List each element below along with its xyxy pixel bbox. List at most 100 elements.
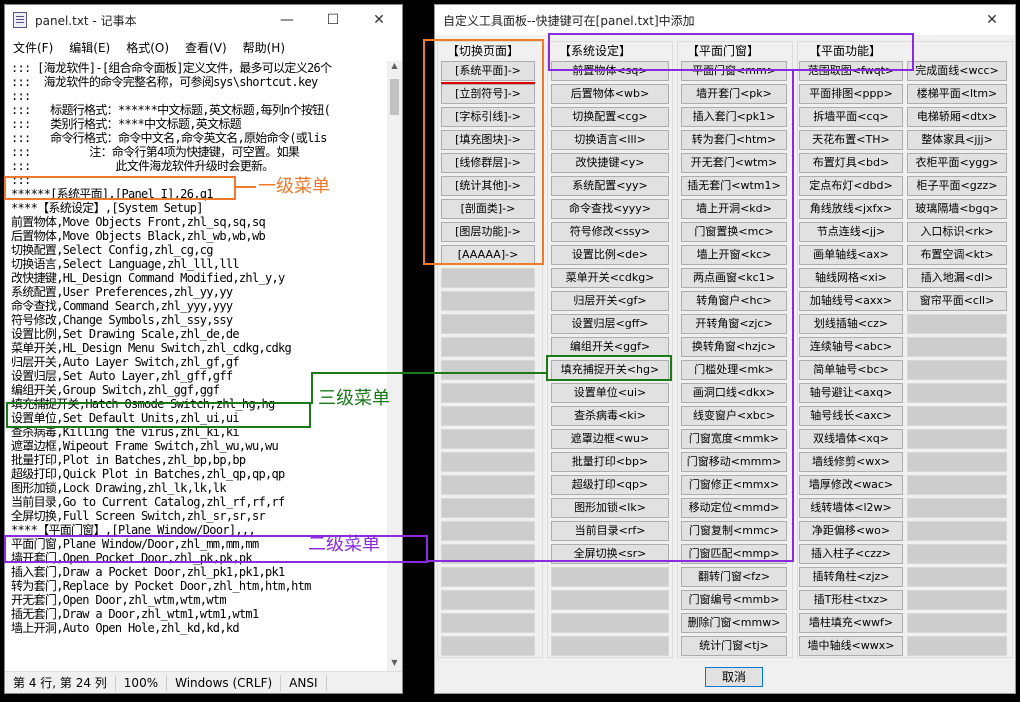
panel-button[interactable]: 菜单开关<cdkg> <box>551 268 669 288</box>
panel-button[interactable]: 墙开套门<pk> <box>681 84 787 104</box>
panel-button[interactable]: 拆墙平面<cq> <box>799 107 903 127</box>
panel-button[interactable]: 墙中轴线<wwx> <box>799 636 903 656</box>
panel-button[interactable]: 轴线网格<xi> <box>799 268 903 288</box>
panel-button[interactable]: 统计门窗<tj> <box>681 636 787 656</box>
panel-button[interactable]: 门窗修正<mmx> <box>681 475 787 495</box>
panel-button[interactable]: 入口标识<rk> <box>907 222 1007 242</box>
minimize-button[interactable]: — <box>264 5 310 35</box>
panel-button[interactable]: 玻璃隔墙<bgq> <box>907 199 1007 219</box>
panel-button[interactable]: 删除门窗<mmw> <box>681 613 787 633</box>
panel-button[interactable]: 画单轴线<ax> <box>799 245 903 265</box>
panel-button[interactable]: 插T形柱<txz> <box>799 590 903 610</box>
panel-button[interactable]: 设置单位<ui> <box>551 383 669 403</box>
panel-button[interactable]: 线转墙体<l2w> <box>799 498 903 518</box>
panel-button[interactable]: 插无套门<wtm1> <box>681 176 787 196</box>
panel-button[interactable]: 符号修改<ssy> <box>551 222 669 242</box>
menu-help[interactable]: 帮助(H) <box>235 37 293 59</box>
panel-button[interactable]: 开转角窗<zjc> <box>681 314 787 334</box>
empty-slot <box>551 590 669 610</box>
panel-button[interactable]: 简单轴号<bc> <box>799 360 903 380</box>
panel-button[interactable]: 定点布灯<dbd> <box>799 176 903 196</box>
panel-button[interactable]: 墙线修剪<wx> <box>799 452 903 472</box>
panel-button[interactable]: 柜子平面<gzz> <box>907 176 1007 196</box>
panel-button[interactable]: 角线放线<jxfx> <box>799 199 903 219</box>
panel-button[interactable]: 开无套门<wtm> <box>681 153 787 173</box>
panel-button[interactable]: 遮罩边框<wu> <box>551 429 669 449</box>
panel-button[interactable]: 转角窗户<hc> <box>681 291 787 311</box>
panel-button[interactable]: 整体家具<jjj> <box>907 130 1007 150</box>
panel-button[interactable]: 查杀病毒<ki> <box>551 406 669 426</box>
panel-button[interactable]: 超级打印<qp> <box>551 475 669 495</box>
menu-view[interactable]: 查看(V) <box>177 37 235 59</box>
panel-button[interactable]: 墙厚修改<wac> <box>799 475 903 495</box>
panel-button[interactable]: 设置归层<gff> <box>551 314 669 334</box>
menu-format[interactable]: 格式(O) <box>118 37 177 59</box>
scroll-down-icon[interactable]: ▼ <box>387 658 402 672</box>
panel-button[interactable]: 墙上开窗<kc> <box>681 245 787 265</box>
panel-button[interactable]: 当前目录<rf> <box>551 521 669 541</box>
panel-button[interactable]: 平面排图<ppp> <box>799 84 903 104</box>
panel-button[interactable]: 插入柱子<czz> <box>799 544 903 564</box>
panel-button[interactable]: 布置灯具<bd> <box>799 153 903 173</box>
notepad-titlebar[interactable]: panel.txt - 记事本 — ☐ ✕ <box>5 5 402 35</box>
panel-button[interactable]: 改快捷键<y> <box>551 153 669 173</box>
panel-button[interactable]: 楼梯平面<ltm> <box>907 84 1007 104</box>
dialog-close-button[interactable]: ✕ <box>969 5 1015 35</box>
panel-button[interactable]: 插入地漏<dl> <box>907 268 1007 288</box>
dialog-titlebar[interactable]: 自定义工具面板--快捷键可在[panel.txt]中添加 ✕ <box>435 5 1015 35</box>
panel-button[interactable]: 画洞口线<dkx> <box>681 383 787 403</box>
panel-button[interactable]: 两点画窗<kc1> <box>681 268 787 288</box>
panel-button[interactable]: 节点连线<jj> <box>799 222 903 242</box>
panel-button[interactable]: 命令查找<yyy> <box>551 199 669 219</box>
panel-button[interactable]: 连续轴号<abc> <box>799 337 903 357</box>
panel-button[interactable]: 轴号线长<axc> <box>799 406 903 426</box>
panel-button[interactable]: 完成面线<wcc> <box>907 61 1007 81</box>
panel-button[interactable]: 后置物体<wb> <box>551 84 669 104</box>
panel-button[interactable]: 门槛处理<mk> <box>681 360 787 380</box>
panel-button[interactable]: 墙上开洞<kd> <box>681 199 787 219</box>
panel-button[interactable]: 插转角柱<zjz> <box>799 567 903 587</box>
panel-button[interactable]: 门窗移动<mmm> <box>681 452 787 472</box>
panel-button[interactable]: 净距偏移<wo> <box>799 521 903 541</box>
panel-button[interactable]: 翻转门窗<fz> <box>681 567 787 587</box>
menu-file[interactable]: 文件(F) <box>5 37 61 59</box>
panel-button[interactable]: 门窗宽度<mmk> <box>681 429 787 449</box>
text-editor[interactable]: ::: [海龙软件]-[组合命令面板]定义文件，最多可以定义26个::: 海龙软… <box>5 61 389 672</box>
vertical-scrollbar[interactable]: ▲ ▼ <box>387 61 402 672</box>
panel-button[interactable]: 门窗复制<mmc> <box>681 521 787 541</box>
panel-button[interactable]: 切换语言<lll> <box>551 130 669 150</box>
panel-button[interactable]: 衣柜平面<ygg> <box>907 153 1007 173</box>
panel-button[interactable]: 图形加锁<lk> <box>551 498 669 518</box>
close-button[interactable]: ✕ <box>356 5 402 35</box>
panel-button[interactable]: 插入套门<pk1> <box>681 107 787 127</box>
empty-slot <box>441 567 535 587</box>
panel-button[interactable]: 划线插轴<cz> <box>799 314 903 334</box>
panel-button[interactable]: 编组开关<ggf> <box>551 337 669 357</box>
panel-button[interactable]: 墙柱填充<wwf> <box>799 613 903 633</box>
panel-button[interactable]: 双线墙体<xq> <box>799 429 903 449</box>
panel-button[interactable]: 转为套门<htm> <box>681 130 787 150</box>
panel-button[interactable]: 归层开关<gf> <box>551 291 669 311</box>
scroll-thumb[interactable] <box>390 79 399 115</box>
panel-button[interactable]: 设置比例<de> <box>551 245 669 265</box>
panel-button[interactable]: 门窗编号<mmb> <box>681 590 787 610</box>
menu-edit[interactable]: 编辑(E) <box>61 37 118 59</box>
panel-button[interactable]: 系统配置<yy> <box>551 176 669 196</box>
panel-button[interactable]: 轴号避让<axq> <box>799 383 903 403</box>
panel-button[interactable]: 布置空调<kt> <box>907 245 1007 265</box>
panel-button[interactable]: 加轴线号<axx> <box>799 291 903 311</box>
panel-button[interactable]: 批量打印<bp> <box>551 452 669 472</box>
maximize-button[interactable]: ☐ <box>310 5 356 35</box>
panel-button[interactable]: 移动定位<mmd> <box>681 498 787 518</box>
text-line: 前置物体,Move Objects Front,zhl_sq,sq,sq <box>11 215 266 229</box>
cancel-button[interactable]: 取消 <box>705 667 763 687</box>
panel-button[interactable]: 门窗置换<mc> <box>681 222 787 242</box>
panel-button[interactable]: 切换配置<cg> <box>551 107 669 127</box>
panel-button[interactable]: 电梯轿厢<dtx> <box>907 107 1007 127</box>
panel-button[interactable]: 天花布置<TH> <box>799 130 903 150</box>
scroll-up-icon[interactable]: ▲ <box>387 61 402 75</box>
panel-button[interactable]: 换转角窗<hzjc> <box>681 337 787 357</box>
panel-button[interactable]: 窗帘平面<cll> <box>907 291 1007 311</box>
text-line: ::: 类别行格式：****中文标题,英文标题 <box>11 117 242 131</box>
panel-button[interactable]: 线变窗户<xbc> <box>681 406 787 426</box>
